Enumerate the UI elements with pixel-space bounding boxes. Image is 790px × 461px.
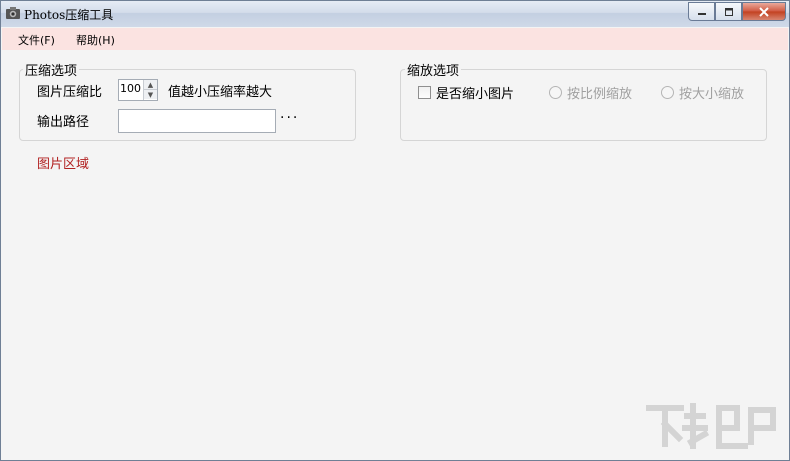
window-controls — [688, 2, 786, 21]
watermark-logo — [646, 403, 776, 449]
close-button[interactable] — [742, 2, 786, 21]
scale-by-ratio-label: 按比例缩放 — [567, 87, 633, 102]
scale-by-ratio-radio[interactable] — [549, 86, 562, 99]
menu-file[interactable]: 文件(F) — [18, 32, 55, 48]
maximize-button[interactable] — [715, 2, 742, 21]
app-window: Photos压缩工具 文件(F) 帮助(H) 压缩选项 图片压缩比 100 ▲ … — [0, 0, 790, 461]
scale-by-size-radio[interactable] — [661, 86, 674, 99]
minimize-button[interactable] — [688, 2, 715, 21]
app-camera-icon — [6, 7, 20, 19]
stepper-buttons: ▲ ▼ — [143, 80, 157, 100]
title-bar[interactable]: Photos压缩工具 — [1, 1, 789, 27]
maximize-icon — [724, 7, 733, 16]
image-area-label: 图片区域 — [37, 157, 90, 172]
compress-ratio-value[interactable]: 100 — [120, 82, 141, 95]
output-path-input[interactable] — [118, 109, 276, 133]
scale-by-size-label: 按大小缩放 — [679, 87, 745, 102]
shrink-label: 是否缩小图片 — [436, 87, 515, 102]
compress-ratio-label: 图片压缩比 — [37, 85, 103, 100]
window-title: Photos压缩工具 — [24, 8, 114, 22]
stepper-down-icon[interactable]: ▼ — [144, 90, 157, 99]
compress-options-title: 压缩选项 — [23, 60, 80, 79]
stepper-up-icon[interactable]: ▲ — [144, 80, 157, 90]
scale-options-title: 缩放选项 — [405, 60, 462, 79]
output-path-label: 输出路径 — [37, 115, 90, 130]
scale-options-group — [400, 69, 767, 141]
minimize-icon — [697, 12, 706, 15]
close-icon — [759, 6, 769, 17]
menu-bar: 文件(F) 帮助(H) — [2, 28, 788, 50]
compress-ratio-stepper[interactable]: 100 ▲ ▼ — [118, 79, 158, 101]
browse-button[interactable]: ··· — [280, 110, 299, 126]
menu-help[interactable]: 帮助(H) — [76, 32, 115, 48]
shrink-checkbox[interactable] — [418, 86, 431, 99]
compress-hint: 值越小压缩率越大 — [168, 85, 273, 100]
